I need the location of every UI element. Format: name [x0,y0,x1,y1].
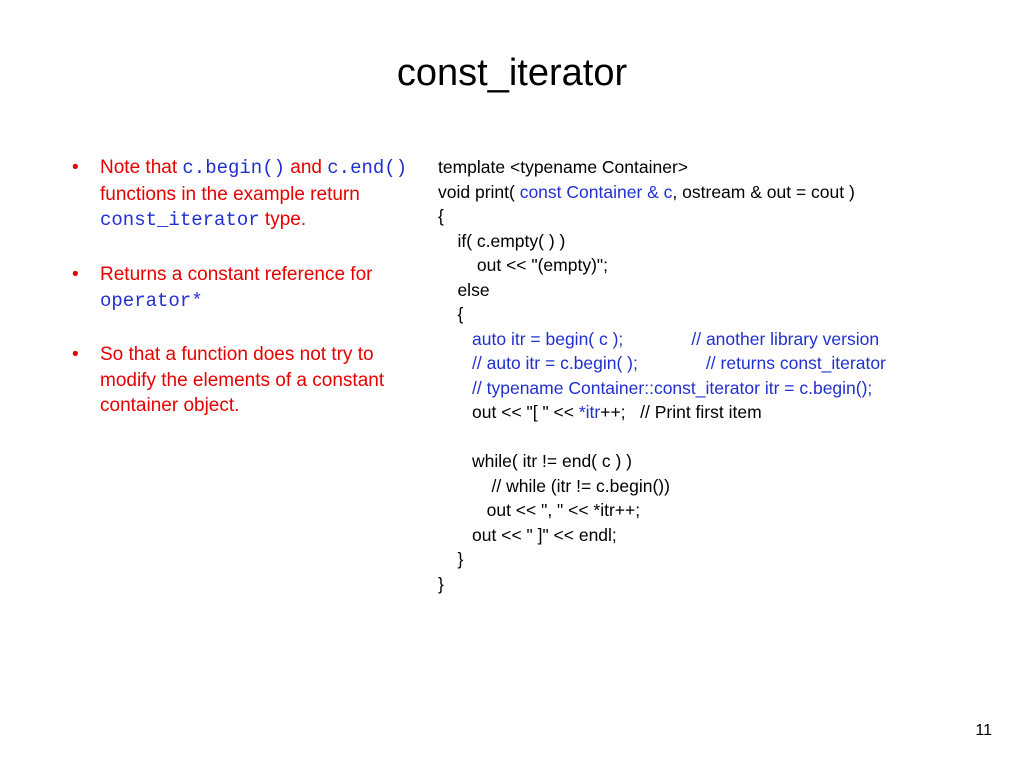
code-line-18: } [438,574,444,594]
bullet-2-code-1: operator* [100,290,203,312]
code-line-16: out << " ]" << endl; [438,525,617,545]
bullet-2: Returns a constant reference for operato… [72,262,410,314]
code-line-17: } [438,549,463,569]
code-line-11b: *itr [579,402,600,422]
bullet-3: So that a function does not try to modif… [72,342,410,419]
slide-content: Note that c.begin() and c.end() function… [0,95,1024,596]
code-column: template <typename Container> void print… [420,155,1024,596]
code-block: template <typename Container> void print… [438,155,994,596]
bullet-1-code-1: c.begin() [182,157,285,179]
bullet-3-text-1: So that a function does not try to modif… [100,344,384,416]
bullet-1-text-4: type. [260,209,306,230]
bullet-1-code-3: const_iterator [100,209,260,231]
bullet-2-text-1: Returns a constant reference for [100,264,372,285]
code-line-2b: const Container & c [520,182,673,202]
code-line-11a: out << "[ " << [438,402,579,422]
code-line-9: // auto itr = c.begin( ); // returns con… [438,353,886,373]
code-line-5: out << "(empty)"; [438,255,608,275]
code-line-3: { [438,206,444,226]
bullet-1-code-2: c.end() [327,157,407,179]
code-line-15: out << ", " << *itr++; [438,500,640,520]
code-line-11c: ++; // Print first item [600,402,761,422]
bullet-1-text-2: and [285,157,327,178]
code-line-1: template <typename Container> [438,157,688,177]
code-line-7: { [438,304,463,324]
bullet-1-text-3: functions in the example return [100,184,360,205]
code-line-8b: // another library version [623,329,879,349]
page-number: 11 [975,722,992,740]
code-line-8a: auto itr = begin( c ); [438,329,623,349]
bullet-1: Note that c.begin() and c.end() function… [72,155,410,234]
code-line-13: while( itr != end( c ) ) [438,451,632,471]
code-line-2c: , ostream & out = cout ) [672,182,854,202]
bullet-column: Note that c.begin() and c.end() function… [0,155,420,596]
code-line-6: else [438,280,490,300]
bullet-1-text-1: Note that [100,157,182,178]
code-line-4: if( c.empty( ) ) [438,231,565,251]
slide-title: const_iterator [0,0,1024,95]
code-line-10: // typename Container::const_iterator it… [438,378,872,398]
code-line-14: // while (itr != c.begin()) [438,476,670,496]
code-line-2a: void print( [438,182,520,202]
